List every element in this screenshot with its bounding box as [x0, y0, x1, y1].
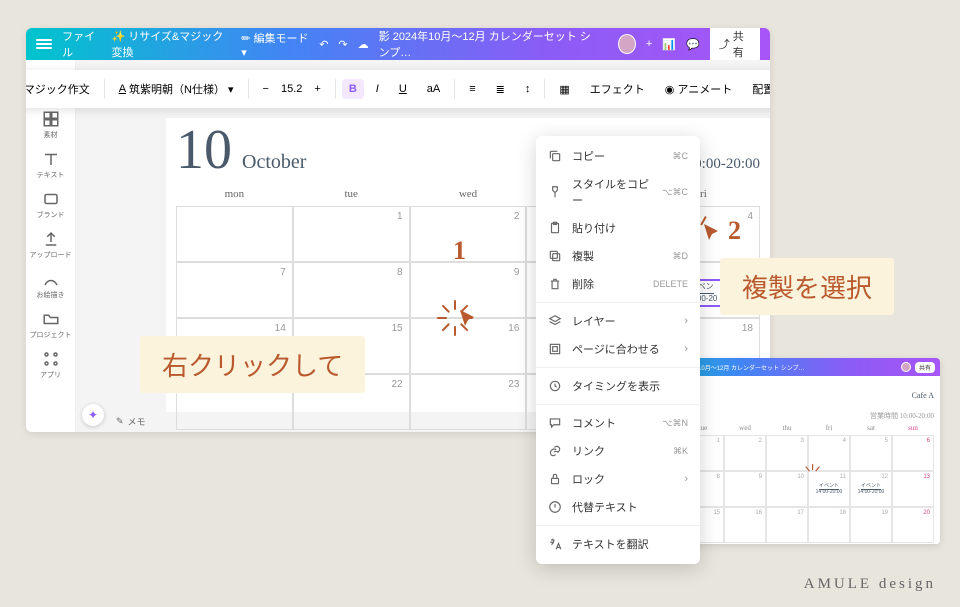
ctx-translate[interactable]: テキストを翻訳	[536, 530, 700, 558]
sidebar-elements[interactable]: 素材	[26, 106, 75, 144]
ctx-alt-text[interactable]: 代替テキスト	[536, 493, 700, 521]
sidebar-brand[interactable]: ブランド	[26, 186, 75, 224]
annotation-number-2: 2	[728, 216, 741, 246]
font-size-value[interactable]: 15.2	[281, 83, 302, 95]
comment-icon[interactable]: 💬	[686, 38, 700, 51]
spacing-button[interactable]: ↕	[517, 79, 539, 99]
sidebar-draw[interactable]: お絵描き	[26, 266, 75, 304]
align-button[interactable]: ≡	[461, 79, 483, 99]
case-button[interactable]: aA	[419, 79, 448, 99]
transparency-icon[interactable]: ▦	[551, 79, 577, 100]
month-name: October	[242, 151, 306, 174]
ctx-lock[interactable]: ロック›	[536, 465, 700, 493]
menu-editmode[interactable]: ✏ 編集モード ▾	[241, 30, 309, 59]
sidebar-project[interactable]: プロジェクト	[26, 306, 75, 344]
event-cell-12-duplicated: 12 イベント14:00-20:00	[850, 471, 892, 507]
format-toolbar: ✨ マジック作文 A 筑紫明朝（N仕様） ▾ − 15.2 + B I U aA…	[26, 70, 770, 108]
font-selector[interactable]: A 筑紫明朝（N仕様） ▾	[111, 77, 242, 101]
annotation-label-2: 複製を選択	[720, 258, 894, 315]
menu-resize[interactable]: ✨ リサイズ&マジック変換	[112, 28, 232, 60]
sidebar-apps[interactable]: アプリ	[26, 346, 75, 384]
ctx-timing[interactable]: タイミングを表示	[536, 372, 700, 400]
chart-icon[interactable]: 📊	[662, 38, 676, 51]
brand-watermark: AMULE design	[804, 576, 936, 593]
undo-icon[interactable]: ↶	[319, 38, 328, 51]
position-button[interactable]: 配置	[744, 77, 770, 101]
event-cell-11: 11 イベント14:00-20:00	[808, 471, 850, 507]
ctx-fit-page[interactable]: ページに合わせる›	[536, 335, 700, 363]
ctx-paste[interactable]: 貼り付け	[536, 214, 700, 242]
share-button[interactable]: ⤴ 共有	[710, 28, 760, 63]
list-button[interactable]: ≣	[488, 79, 513, 100]
underline-button[interactable]: U	[391, 79, 415, 99]
avatar-sm[interactable]	[901, 362, 911, 372]
hamburger-menu-icon[interactable]	[36, 39, 52, 49]
context-menu: コピー⌘C スタイルをコピー⌥⌘C 貼り付け 複製⌘D 削除DELETE レイヤ…	[536, 136, 700, 564]
memo-button[interactable]: ✎ メモ	[116, 415, 146, 428]
sidebar-text[interactable]: テキスト	[26, 146, 75, 184]
ctx-copy-style[interactable]: スタイルをコピー⌥⌘C	[536, 170, 700, 214]
ctx-delete[interactable]: 削除DELETE	[536, 270, 700, 298]
annotation-label-1: 右クリックして	[140, 336, 365, 393]
ctx-comment[interactable]: コメント⌥⌘N	[536, 409, 700, 437]
left-sidebar: デザイン 素材 テキスト ブランド アップロード お絵描き プロジェクト アプリ	[26, 60, 76, 432]
menu-file[interactable]: ファイル	[62, 28, 101, 60]
magic-write-button[interactable]: ✨ マジック作文	[26, 77, 98, 101]
ctx-layer[interactable]: レイヤー›	[536, 307, 700, 335]
italic-button[interactable]: I	[368, 79, 387, 99]
bold-button[interactable]: B	[342, 79, 364, 99]
effects-button[interactable]: エフェクト	[582, 77, 653, 101]
ctx-copy[interactable]: コピー⌘C	[536, 142, 700, 170]
redo-icon[interactable]: ↷	[338, 38, 347, 51]
animate-button[interactable]: ◉ アニメート	[657, 77, 740, 101]
sidebar-upload[interactable]: アップロード	[26, 226, 75, 264]
share-button-sm[interactable]: 共有	[915, 362, 935, 373]
month-number: 10	[176, 118, 232, 182]
document-title[interactable]: 影 2024年10月〜12月 カレンダーセット シンプ…	[379, 28, 598, 60]
sparkle-button[interactable]: ✦	[82, 404, 104, 426]
cloud-sync-icon[interactable]: ☁	[358, 38, 369, 51]
annotation-number-1: 1	[453, 236, 466, 266]
user-avatar[interactable]	[618, 34, 636, 54]
ctx-link[interactable]: リンク⌘K	[536, 437, 700, 465]
main-topbar: ファイル ✨ リサイズ&マジック変換 ✏ 編集モード ▾ ↶ ↷ ☁ 影 202…	[26, 28, 770, 60]
ctx-duplicate[interactable]: 複製⌘D	[536, 242, 700, 270]
font-size-plus[interactable]: +	[306, 79, 328, 99]
cursor-arrow-icon-1	[456, 308, 480, 332]
font-size-minus[interactable]: −	[255, 79, 277, 99]
add-icon[interactable]: +	[646, 38, 652, 50]
cursor-arrow-icon-2	[700, 222, 724, 246]
